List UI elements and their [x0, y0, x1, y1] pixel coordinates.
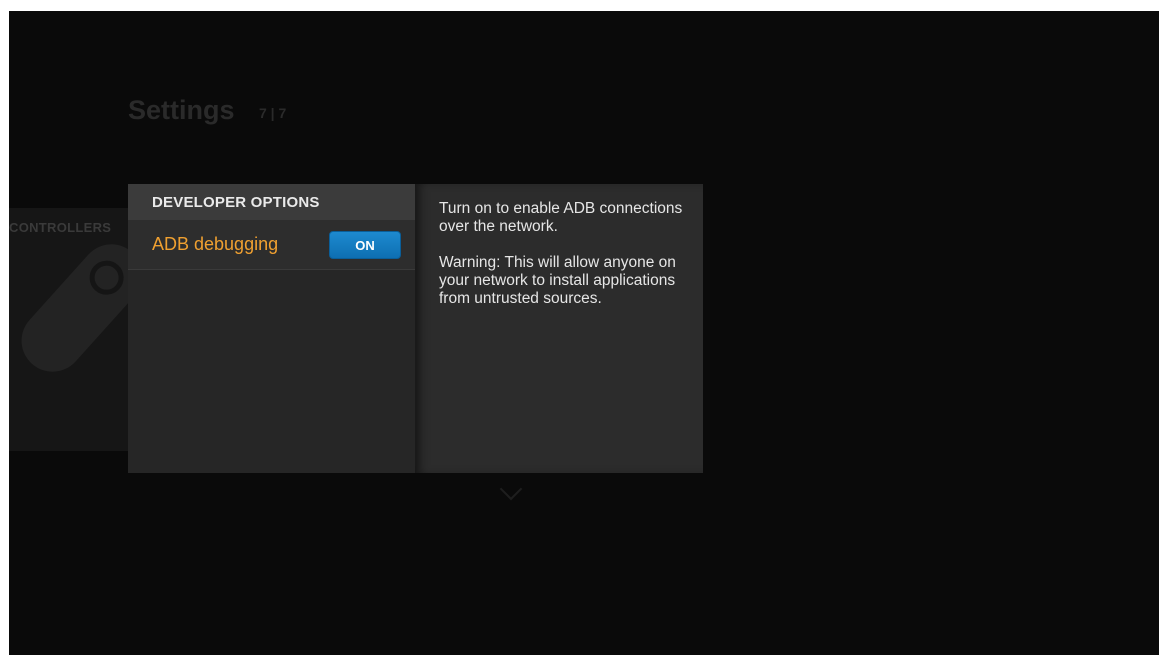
- chevron-down-icon: [499, 477, 523, 501]
- panel-header: DEVELOPER OPTIONS: [128, 184, 415, 220]
- page-counter: 7 | 7: [259, 105, 287, 121]
- adb-debugging-toggle[interactable]: ON: [329, 231, 401, 259]
- adb-debugging-label: ADB debugging: [152, 234, 279, 254]
- adb-debugging-row[interactable]: ADB debugging ON: [128, 220, 415, 270]
- panel-title: DEVELOPER OPTIONS: [152, 194, 320, 211]
- developer-options-panel: DEVELOPER OPTIONS ADB debugging ON: [128, 184, 415, 473]
- help-text: Turn on to enable ADB connections over t…: [439, 200, 689, 326]
- controllers-tile-label: CONTROLLERS: [9, 220, 112, 235]
- tv-screen: Settings 7 | 7 CONTROLLERS DEVELOPER OPT…: [9, 11, 1159, 655]
- remote-dpad: [82, 253, 131, 302]
- help-panel: Turn on to enable ADB connections over t…: [415, 184, 703, 473]
- help-warning: Warning: This will allow anyone on your …: [439, 254, 676, 307]
- settings-title: Settings: [128, 95, 235, 125]
- help-description: Turn on to enable ADB connections over t…: [439, 200, 683, 235]
